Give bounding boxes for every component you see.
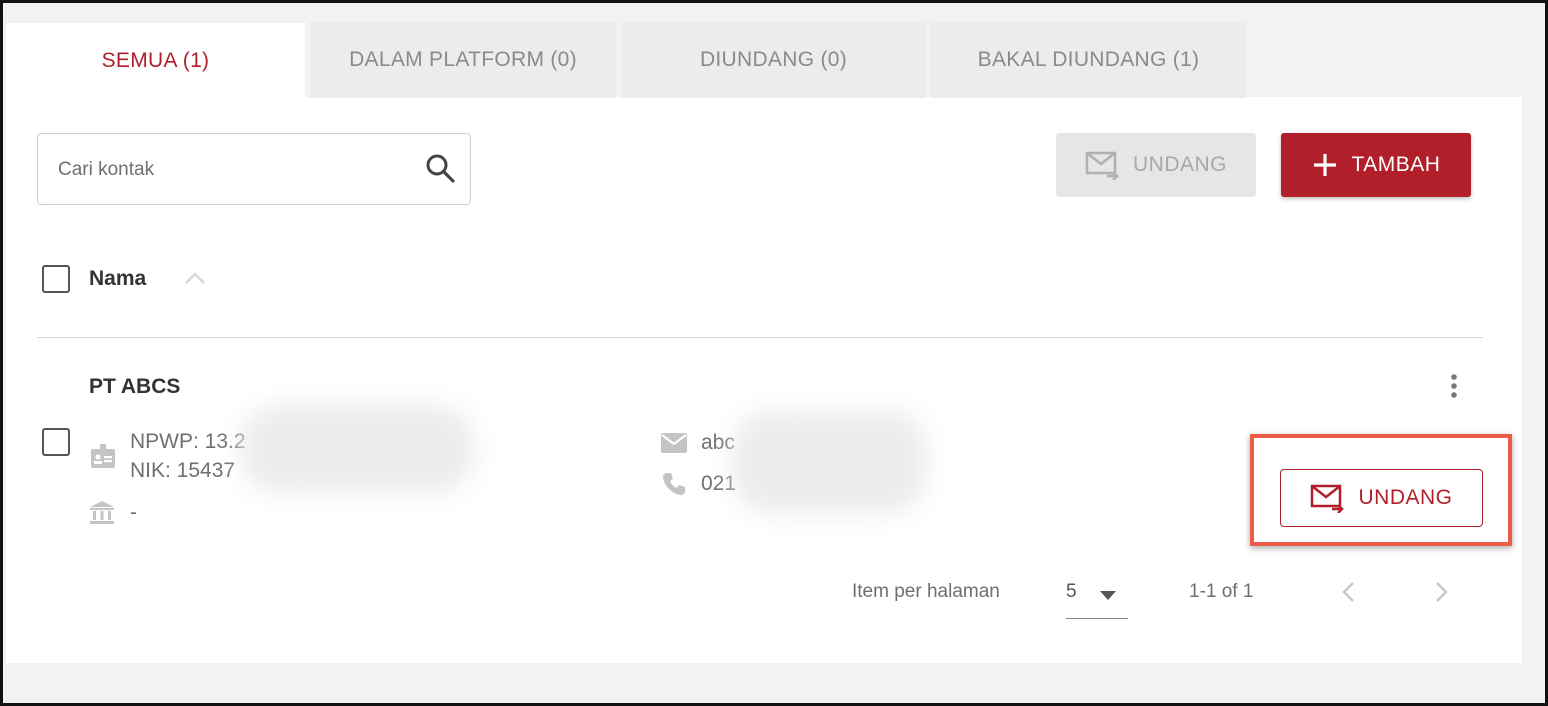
mail-send-icon — [1085, 150, 1119, 180]
select-all-checkbox[interactable] — [42, 265, 70, 293]
contact-name: PT ABCS — [89, 375, 181, 398]
contact-phone: 021 — [701, 472, 737, 495]
tab-bakal-diundang[interactable]: BAKAL DIUNDANG (1) — [931, 22, 1246, 98]
add-contact-label: TAMBAH — [1351, 153, 1441, 176]
search-icon[interactable] — [424, 152, 456, 184]
phone-icon — [662, 472, 686, 496]
contact-nik: NIK: 15437 — [130, 459, 236, 482]
prev-page-icon[interactable] — [1340, 580, 1358, 604]
add-contact-button[interactable]: TAMBAH — [1281, 133, 1471, 197]
search-input[interactable] — [58, 156, 408, 184]
row-checkbox[interactable] — [42, 428, 70, 456]
email-icon — [661, 433, 687, 453]
search-box — [37, 133, 471, 205]
sort-up-icon[interactable] — [184, 271, 206, 285]
invite-contact-button[interactable]: UNDANG — [1280, 469, 1483, 527]
dropdown-arrow-icon — [1100, 588, 1116, 600]
more-options-icon[interactable] — [1446, 373, 1462, 401]
tab-semua[interactable]: SEMUA (1) — [6, 22, 305, 98]
plus-icon — [1312, 152, 1338, 178]
tab-diundang[interactable]: DIUNDANG (0) — [621, 22, 926, 98]
header-divider — [37, 337, 1483, 338]
contact-npwp: NPWP: 13.2 — [130, 430, 246, 453]
items-per-page-select[interactable]: 5 — [1066, 572, 1128, 619]
bank-icon — [89, 500, 115, 526]
invite-all-button[interactable]: UNDANG — [1056, 133, 1256, 197]
contact-bank: - — [130, 501, 137, 524]
items-per-page-label: Item per halaman — [852, 581, 1000, 602]
next-page-icon[interactable] — [1432, 580, 1450, 604]
id-card-icon — [90, 443, 116, 469]
invite-contact-label: UNDANG — [1358, 486, 1453, 509]
contact-email: abc — [701, 431, 735, 454]
invite-all-label: UNDANG — [1132, 153, 1227, 176]
mail-send-icon — [1310, 483, 1345, 513]
redacted-contact — [732, 410, 927, 514]
column-header-nama[interactable]: Nama — [89, 267, 146, 291]
items-per-page-value: 5 — [1066, 581, 1077, 602]
pagination-range: 1-1 of 1 — [1189, 581, 1254, 602]
tab-dalam-platform[interactable]: DALAM PLATFORM (0) — [310, 22, 616, 98]
redacted-id — [240, 405, 475, 493]
